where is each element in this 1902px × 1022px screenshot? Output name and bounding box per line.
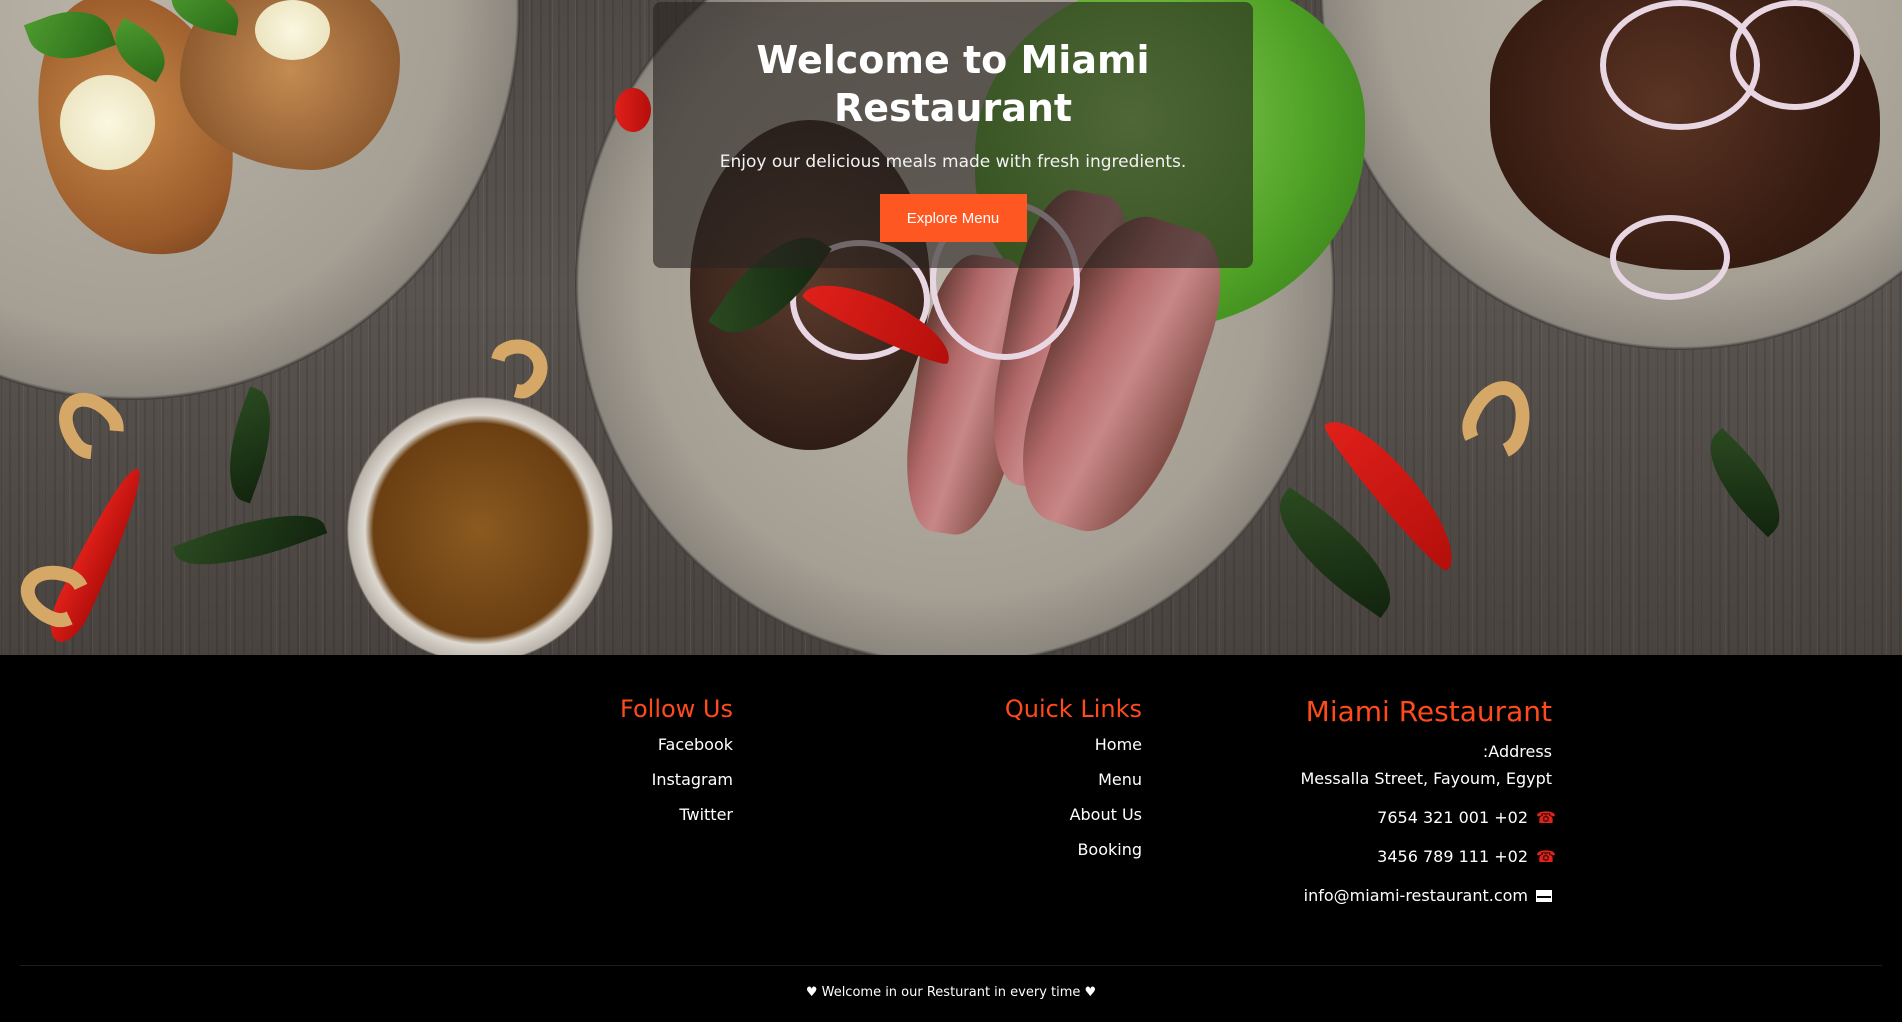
- phone-icon: ☎: [1536, 847, 1556, 866]
- email-link[interactable]: info@miami-restaurant.com: [1304, 886, 1528, 905]
- onion-ring-image: [1610, 215, 1730, 300]
- hero-section: Welcome to Miami Restaurant Enjoy our de…: [0, 0, 1902, 655]
- leaf-image: [1690, 427, 1800, 538]
- cashew-image: [1453, 371, 1542, 469]
- follow-us-column: Follow Us Facebook Instagram Twitter: [620, 695, 733, 840]
- onion-ring-image: [1730, 0, 1860, 110]
- leaf-image: [172, 495, 328, 585]
- phone-icon: ☎: [1536, 808, 1556, 827]
- address-label: :Address: [1482, 742, 1552, 761]
- leaf-image: [212, 386, 288, 504]
- phone-number-1[interactable]: 20+ 100 123 4567: [1377, 808, 1528, 827]
- twitter-link[interactable]: Twitter: [620, 805, 733, 824]
- about-us-link[interactable]: About Us: [1005, 805, 1142, 824]
- phone-row-1: 20+ 100 123 4567 ☎: [1300, 808, 1556, 827]
- address-text: Messalla Street, Fayoum, Egypt: [1300, 769, 1552, 788]
- envelope-icon: [1536, 889, 1552, 902]
- sauce-bowl-image: [335, 385, 625, 655]
- footer-bottom-text: ♥ Welcome in our Resturant in every time…: [805, 985, 1097, 1000]
- hero-card: Welcome to Miami Restaurant Enjoy our de…: [653, 2, 1253, 268]
- email-row: info@miami-restaurant.com: [1300, 886, 1552, 905]
- tomato-image: [615, 88, 651, 132]
- facebook-link[interactable]: Facebook: [620, 735, 733, 754]
- follow-us-heading: Follow Us: [620, 695, 733, 723]
- menu-link[interactable]: Menu: [1005, 770, 1142, 789]
- booking-link[interactable]: Booking: [1005, 840, 1142, 859]
- phone-row-2: 20+ 111 987 6543 ☎: [1300, 847, 1556, 866]
- hero-subtitle: Enjoy our delicious meals made with fres…: [719, 152, 1187, 172]
- hero-title: Welcome to Miami Restaurant: [756, 38, 1150, 130]
- instagram-link[interactable]: Instagram: [620, 770, 733, 789]
- explore-menu-button[interactable]: Explore Menu: [879, 194, 1027, 242]
- footer-divider: [20, 965, 1882, 966]
- sauce-dollop-image: [60, 75, 155, 170]
- home-link[interactable]: Home: [1005, 735, 1142, 754]
- phone-number-2[interactable]: 20+ 111 987 6543: [1377, 847, 1528, 866]
- quick-links-column: Quick Links Home Menu About Us Booking: [1005, 695, 1142, 875]
- site-footer: Follow Us Facebook Instagram Twitter Qui…: [0, 655, 1902, 1022]
- quick-links-heading: Quick Links: [1004, 695, 1142, 723]
- restaurant-name-heading: Miami Restaurant: [1305, 695, 1552, 728]
- sauce-dollop-image: [255, 0, 330, 60]
- restaurant-info-column: Miami Restaurant :Address Messalla Stree…: [1300, 695, 1556, 905]
